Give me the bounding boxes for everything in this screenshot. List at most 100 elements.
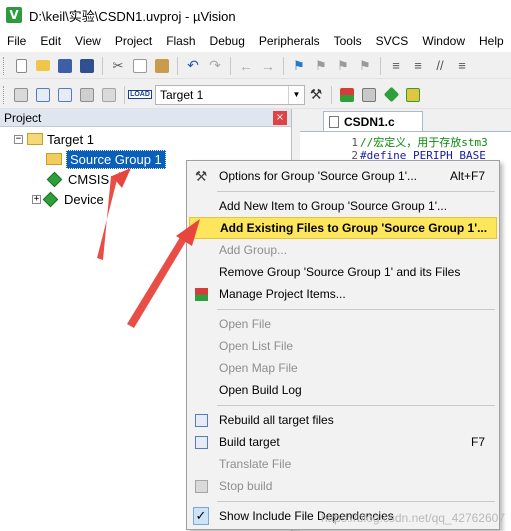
menu-item-manage-project-items[interactable]: Manage Project Items... — [189, 283, 497, 305]
pack-installer-icon[interactable] — [403, 85, 423, 105]
toolbar-separator — [177, 56, 178, 75]
menu-separator — [217, 309, 495, 310]
menu-item-add-new-item[interactable]: Add New Item to Group 'Source Group 1'..… — [189, 195, 497, 217]
redo-icon[interactable]: ↷ — [205, 56, 225, 76]
menu-flash[interactable]: Flash — [159, 30, 202, 52]
stop-build-icon[interactable] — [99, 85, 119, 105]
bookmark-next-icon[interactable]: ⚑ — [333, 56, 353, 76]
manage-components-icon[interactable] — [359, 85, 379, 105]
toolbar-grip[interactable] — [3, 56, 6, 75]
unindent-icon[interactable]: ≡ — [408, 56, 428, 76]
menu-help[interactable]: Help — [472, 30, 511, 52]
standard-toolbar: ✂ ↶ ↷ ← → ⚑ ⚑ ⚑ ⚑ ≡ ≡ // ≡ — [0, 53, 511, 79]
toolbar-separator — [230, 56, 231, 75]
group-context-menu: ⚒ Options for Group 'Source Group 1'... … — [186, 160, 500, 530]
component-diamond-icon — [42, 191, 59, 207]
toolbar-separator — [331, 85, 332, 104]
uncomment-icon[interactable]: ≡ — [452, 56, 472, 76]
menu-tools[interactable]: Tools — [327, 30, 369, 52]
comment-icon[interactable]: // — [430, 56, 450, 76]
build-icon — [193, 434, 209, 450]
manage-project-icon — [193, 286, 209, 302]
target-select[interactable]: Target 1 ▼ — [155, 84, 305, 105]
tree-item-source-group-1[interactable]: Source Group 1 — [46, 149, 166, 169]
collapse-icon[interactable]: − — [14, 134, 23, 144]
menu-item-stop-build[interactable]: Stop build — [189, 475, 497, 497]
menu-item-open-file[interactable]: Open File — [189, 313, 497, 335]
build-icon[interactable] — [33, 85, 53, 105]
toolbar-grip[interactable] — [3, 85, 6, 104]
menu-svcs[interactable]: SVCS — [369, 30, 416, 52]
uvision-app-icon: V — [6, 7, 22, 23]
menu-item-rebuild-all[interactable]: Rebuild all target files — [189, 409, 497, 431]
menu-project[interactable]: Project — [108, 30, 159, 52]
menu-separator — [217, 501, 495, 502]
menu-item-translate-file[interactable]: Translate File — [189, 453, 497, 475]
tree-item-label: CMSIS — [68, 171, 110, 187]
select-pack-icon[interactable] — [381, 85, 401, 105]
nav-forward-icon[interactable]: → — [258, 56, 278, 76]
menu-item-add-existing-files[interactable]: Add Existing Files to Group 'Source Grou… — [189, 217, 497, 239]
menu-view[interactable]: View — [68, 30, 108, 52]
toolbar-separator — [124, 85, 125, 104]
tab-label: CSDN1.c — [344, 114, 395, 129]
menu-edit[interactable]: Edit — [33, 30, 68, 52]
menu-item-open-build-log[interactable]: Open Build Log — [189, 379, 497, 401]
indent-icon[interactable]: ≡ — [386, 56, 406, 76]
rebuild-icon[interactable] — [55, 85, 75, 105]
line-number: 1 — [351, 136, 358, 149]
tree-item-device[interactable]: + Device — [32, 189, 104, 209]
bookmark-prev-icon[interactable]: ⚑ — [311, 56, 331, 76]
menu-item-open-map-file[interactable]: Open Map File — [189, 357, 497, 379]
checkmark-icon: ✓ — [193, 507, 209, 525]
toolbar-separator — [102, 56, 103, 75]
target-folder-icon — [27, 133, 43, 145]
menu-item-build-target[interactable]: Build target F7 — [189, 431, 497, 453]
batch-build-icon[interactable] — [77, 85, 97, 105]
expand-icon[interactable]: + — [32, 194, 41, 204]
tab-csdn1-c[interactable]: CSDN1.c — [323, 111, 423, 131]
close-icon[interactable]: × — [273, 110, 287, 125]
menu-bar: File Edit View Project Flash Debug Perip… — [0, 30, 511, 52]
manage-project-icon[interactable] — [337, 85, 357, 105]
copy-icon[interactable] — [130, 56, 150, 76]
save-all-icon[interactable] — [77, 56, 97, 76]
nav-back-icon[interactable]: ← — [236, 56, 256, 76]
new-file-icon[interactable] — [11, 56, 31, 76]
folder-icon — [46, 153, 62, 165]
tree-item-label: Target 1 — [47, 131, 94, 147]
menu-separator — [217, 191, 495, 192]
menu-window[interactable]: Window — [415, 30, 472, 52]
bookmark-icon[interactable]: ⚑ — [289, 56, 309, 76]
title-bar: V D:\keil\实验\CSDN1.uvproj - µVision — [0, 0, 511, 30]
code-line: 1//宏定义，用于存放stm3 — [300, 136, 488, 149]
build-toolbar: LOAD Target 1 ▼ ⚒ — [0, 81, 511, 109]
menu-item-add-group[interactable]: Add Group... — [189, 239, 497, 261]
download-icon[interactable]: LOAD — [128, 85, 152, 105]
menu-item-remove-group[interactable]: Remove Group 'Source Group 1' and its Fi… — [189, 261, 497, 283]
menu-item-open-list-file[interactable]: Open List File — [189, 335, 497, 357]
toolbar-separator — [380, 56, 381, 75]
menu-debug[interactable]: Debug — [203, 30, 252, 52]
window-title: D:\keil\实验\CSDN1.uvproj - µVision — [29, 8, 236, 24]
project-panel-title: Project — [4, 110, 42, 125]
menu-file[interactable]: File — [0, 30, 33, 52]
target-options-icon[interactable]: ⚒ — [306, 85, 326, 105]
menu-peripherals[interactable]: Peripherals — [252, 30, 327, 52]
tree-item-target-1[interactable]: − Target 1 — [14, 129, 94, 149]
bookmark-clear-icon[interactable]: ⚑ — [355, 56, 375, 76]
paste-icon[interactable] — [152, 56, 172, 76]
target-select-value: Target 1 — [160, 87, 204, 102]
code-text: //宏定义，用于存放stm3 — [360, 136, 488, 149]
menu-item-options-for-group[interactable]: ⚒ Options for Group 'Source Group 1'... … — [189, 165, 497, 187]
stop-build-icon — [193, 478, 209, 494]
tree-item-label: Source Group 1 — [66, 149, 166, 169]
tree-item-label: Device — [64, 191, 104, 207]
chevron-down-icon[interactable]: ▼ — [288, 85, 304, 104]
open-folder-icon[interactable] — [33, 56, 53, 76]
undo-icon[interactable]: ↶ — [183, 56, 203, 76]
save-icon[interactable] — [55, 56, 75, 76]
cut-icon[interactable]: ✂ — [108, 56, 128, 76]
tree-item-cmsis[interactable]: CMSIS — [46, 169, 109, 189]
translate-icon[interactable] — [11, 85, 31, 105]
